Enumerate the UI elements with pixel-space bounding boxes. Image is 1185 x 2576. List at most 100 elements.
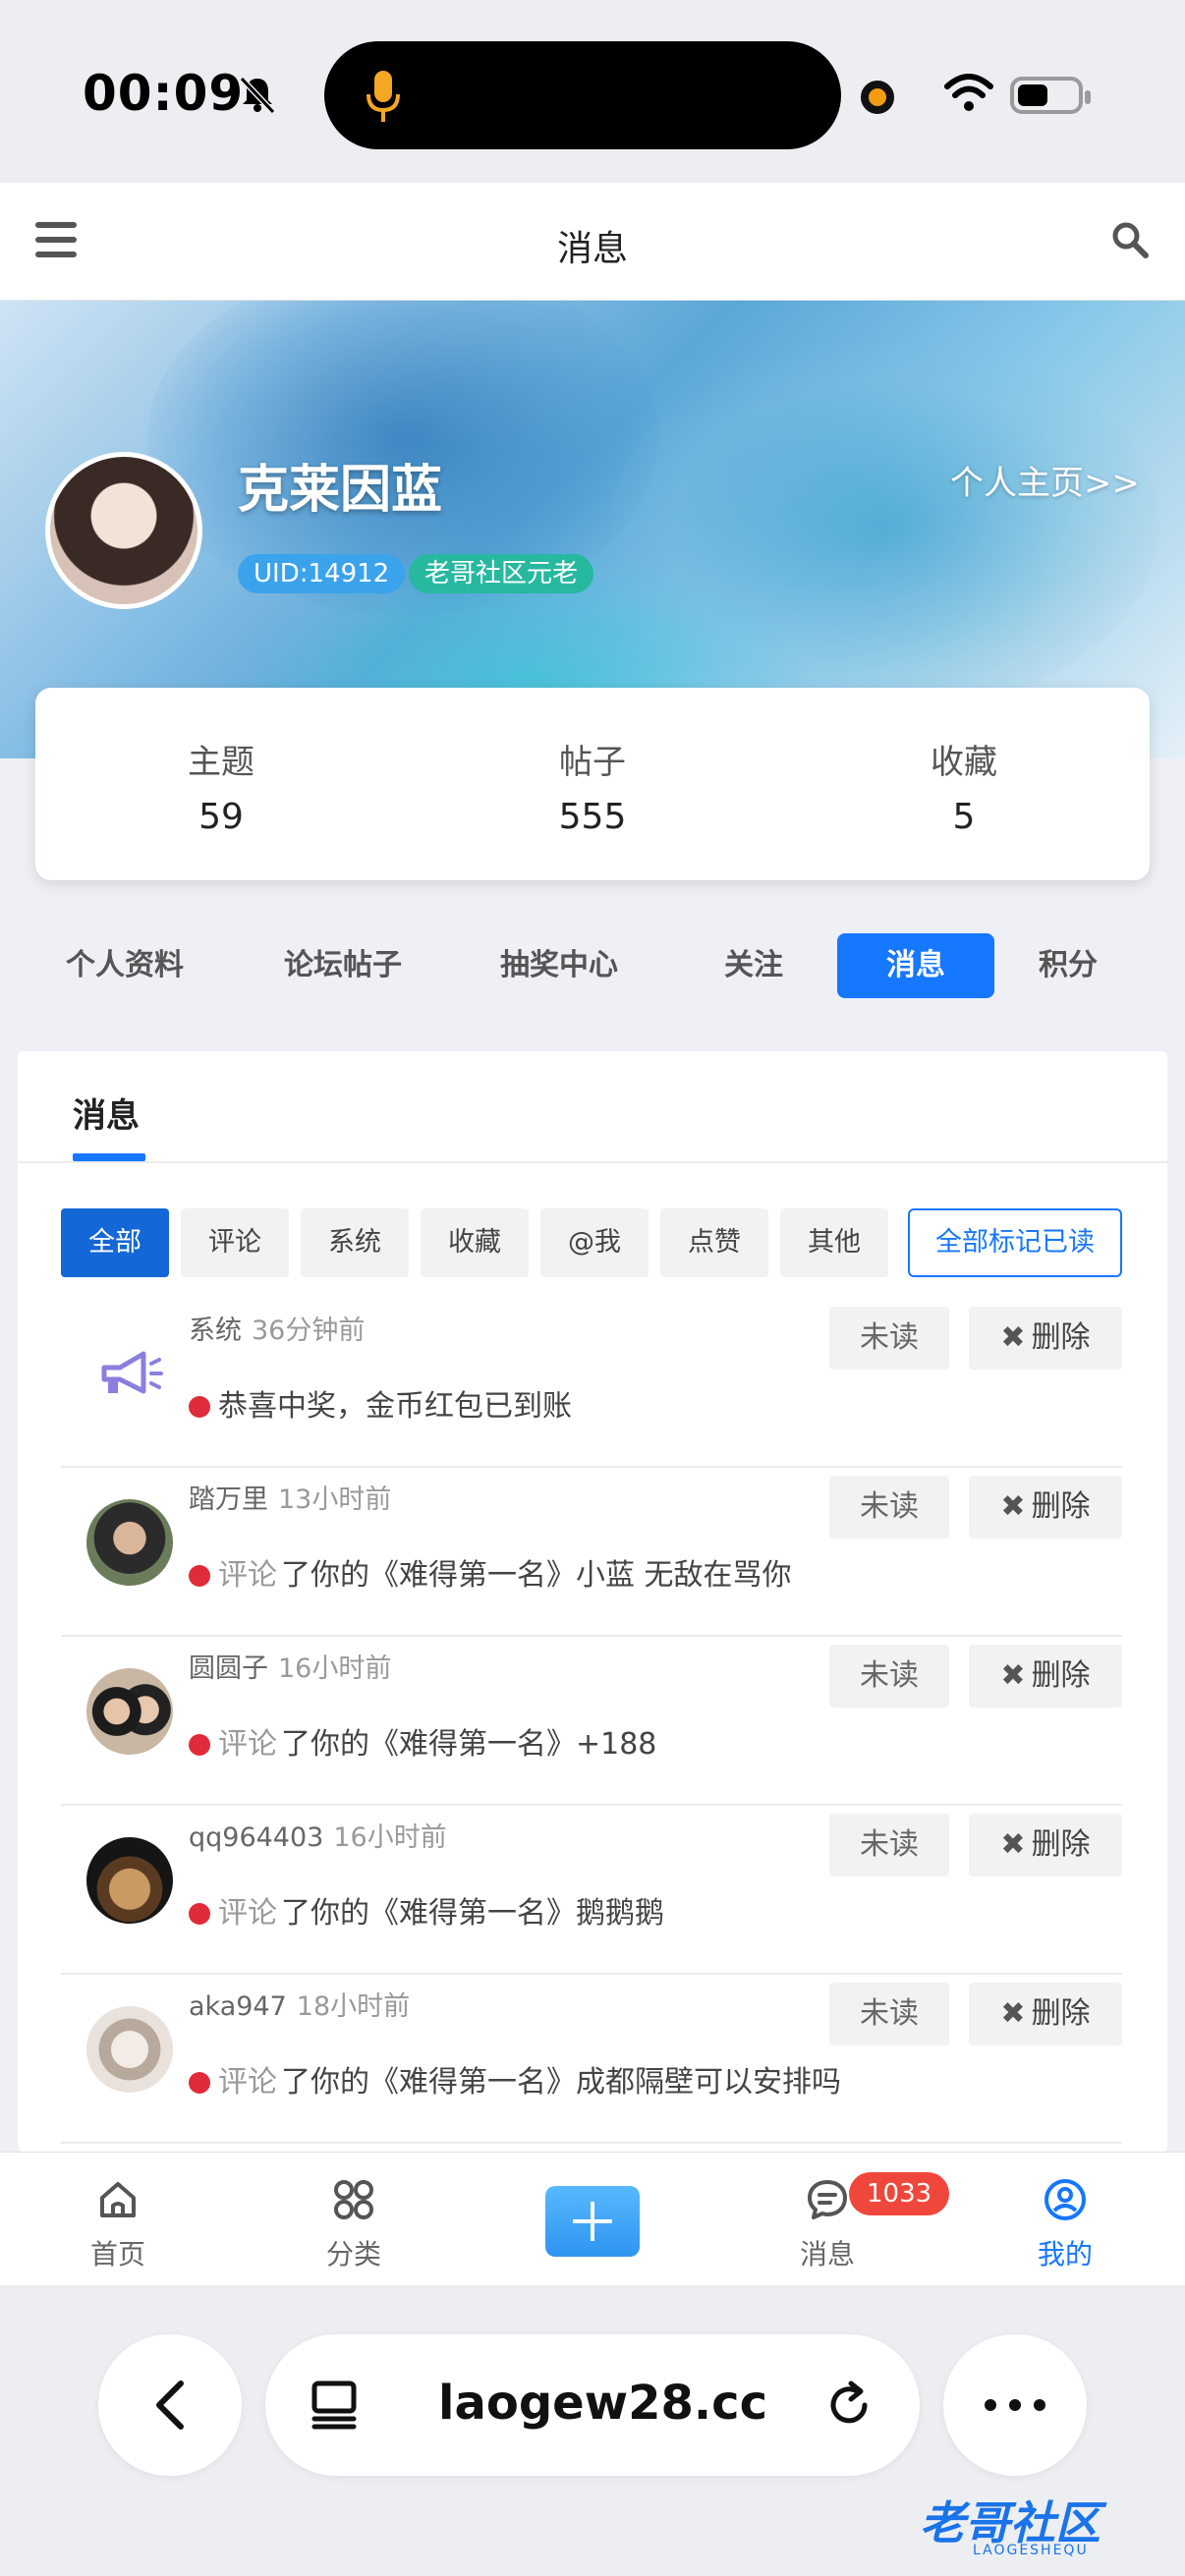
sender-name[interactable]: 踏万里: [189, 1484, 268, 1515]
bottom-tab-bar: 首页 分类 消息 1033 我的: [0, 2152, 1185, 2285]
sender-name[interactable]: aka947: [189, 1991, 287, 2022]
delete-button[interactable]: ✖ 删除: [969, 1814, 1122, 1876]
message-sender: aka947 18小时前: [189, 1985, 410, 2023]
chevron-left-icon: [156, 2380, 184, 2430]
message-sender: qq964403 16小时前: [189, 1816, 447, 1854]
stat-label: 帖子: [559, 743, 626, 782]
panel-tab-messages[interactable]: 消息: [73, 1089, 140, 1137]
message-sender: 踏万里 13小时前: [189, 1478, 391, 1516]
tab-label: 首页: [89, 2238, 145, 2270]
reload-icon[interactable]: [821, 2378, 876, 2433]
more-button[interactable]: [943, 2334, 1087, 2476]
filter-mentions[interactable]: @我: [540, 1208, 649, 1277]
message-kind: 评论: [218, 1558, 277, 1593]
user-circle-icon: [1044, 2179, 1086, 2220]
message-item[interactable]: 踏万里 13小时前 评论 了你的《难得第一名》小蓝 无敌在骂你 未读 ✖ 删除: [61, 1468, 1122, 1637]
stat-topics[interactable]: 主题 59: [35, 688, 407, 880]
message-kind: 评论: [218, 2065, 277, 2100]
avatar[interactable]: [86, 1499, 173, 1586]
tab-lottery[interactable]: 抽奖中心: [476, 933, 643, 998]
watermark-subtitle: LAOGESHEQU: [973, 2543, 1089, 2558]
delete-label: 删除: [1031, 1320, 1091, 1355]
mark-all-read-button[interactable]: 全部标记已读: [908, 1208, 1122, 1277]
filter-all[interactable]: 全部: [61, 1208, 169, 1277]
message-time: 16小时前: [278, 1653, 392, 1684]
unread-button[interactable]: 未读: [829, 1307, 949, 1370]
delete-button[interactable]: ✖ 删除: [969, 1645, 1122, 1708]
message-item[interactable]: 圆圆子 16小时前 评论 了你的《难得第一名》+188 未读 ✖ 删除: [61, 1637, 1122, 1806]
message-content: 评论 了你的《难得第一名》鹅鹅鹅: [189, 1888, 664, 1932]
tab-follow[interactable]: 关注: [709, 933, 798, 998]
message-content: 恭喜中奖，金币红包已到账: [189, 1381, 572, 1425]
close-icon: ✖: [1000, 1827, 1026, 1862]
message-kind: 评论: [218, 1727, 277, 1762]
sender-name[interactable]: 圆圆子: [189, 1653, 268, 1684]
status-bar: 00:09: [0, 0, 1185, 183]
filter-other[interactable]: 其他: [780, 1208, 888, 1277]
url-text[interactable]: laogew28.cc: [438, 2376, 767, 2431]
tab-messages[interactable]: 消息: [837, 933, 994, 998]
delete-button[interactable]: ✖ 删除: [969, 1476, 1122, 1539]
battery-icon: [1010, 77, 1091, 114]
tab-mine[interactable]: 我的: [1006, 2176, 1124, 2272]
avatar[interactable]: [86, 2006, 173, 2093]
unread-button[interactable]: 未读: [829, 1983, 949, 2045]
stat-posts[interactable]: 帖子 555: [407, 688, 778, 880]
unread-button[interactable]: 未读: [829, 1476, 949, 1539]
tabs-icon: [311, 2380, 357, 2430]
avatar[interactable]: [45, 452, 202, 609]
silent-bell-icon: [239, 76, 276, 115]
tab-label: 我的: [1037, 2238, 1093, 2270]
tab-label: 分类: [325, 2238, 381, 2270]
filter-comments[interactable]: 评论: [181, 1208, 289, 1277]
tab-home[interactable]: 首页: [59, 2176, 177, 2272]
avatar[interactable]: [86, 1837, 173, 1924]
tab-category[interactable]: 分类: [295, 2176, 413, 2272]
status-time: 00:09: [83, 65, 245, 122]
message-item[interactable]: aka947 18小时前 评论 了你的《难得第一名》成都隔壁可以安排吗 未读 ✖ 删除: [61, 1975, 1122, 2144]
home-icon: [100, 2182, 136, 2217]
message-sender: 系统 36分钟前: [189, 1309, 365, 1347]
close-icon: ✖: [1000, 1489, 1026, 1524]
message-item[interactable]: 系统 36分钟前 恭喜中奖，金币红包已到账 未读 ✖ 删除: [61, 1299, 1122, 1468]
stats-card: 主题 59 帖子 555 收藏 5: [35, 688, 1150, 880]
homepage-link[interactable]: 个人主页>>: [950, 456, 1140, 504]
sender-name[interactable]: qq964403: [189, 1822, 323, 1853]
message-time: 36分钟前: [252, 1316, 366, 1346]
stat-value: 59: [198, 797, 244, 837]
sender-name[interactable]: 系统: [189, 1316, 242, 1346]
add-post-button[interactable]: [545, 2186, 640, 2257]
filter-favorites[interactable]: 收藏: [421, 1208, 529, 1277]
delete-label: 删除: [1031, 1827, 1091, 1862]
unread-button[interactable]: 未读: [829, 1814, 949, 1876]
message-item[interactable]: qq964403 16小时前 评论 了你的《难得第一名》鹅鹅鹅 未读 ✖ 删除: [61, 1806, 1122, 1975]
message-time: 13小时前: [278, 1484, 392, 1515]
tab-points[interactable]: 积分: [1024, 933, 1112, 998]
unread-dot-icon: [189, 1396, 210, 1418]
tab-label: 消息: [799, 2238, 855, 2270]
filter-likes[interactable]: 点赞: [660, 1208, 768, 1277]
message-text: 恭喜中奖，金币红包已到账: [218, 1389, 572, 1424]
stat-value: 5: [952, 797, 976, 837]
tab-profile-info[interactable]: 个人资料: [41, 933, 208, 998]
delete-button[interactable]: ✖ 删除: [969, 1983, 1122, 2045]
close-icon: ✖: [1000, 1320, 1026, 1355]
message-kind: 评论: [218, 1896, 277, 1931]
avatar[interactable]: [86, 1668, 173, 1755]
stat-value: 555: [558, 797, 627, 837]
chat-bubble-icon: [808, 2180, 847, 2219]
message-text: 了你的《难得第一名》成都隔壁可以安排吗: [281, 2065, 841, 2100]
panel-header: 消息: [18, 1051, 1167, 1163]
back-button[interactable]: [98, 2334, 242, 2476]
username: 克莱因蓝: [238, 461, 443, 520]
search-icon[interactable]: [1110, 220, 1150, 259]
filter-system[interactable]: 系统: [301, 1208, 409, 1277]
level-badge: 老哥社区元老: [409, 554, 594, 593]
stat-favorites[interactable]: 收藏 5: [778, 688, 1150, 880]
tab-forum-posts[interactable]: 论坛帖子: [259, 933, 426, 998]
message-count-badge: 1033: [849, 2172, 950, 2215]
unread-button[interactable]: 未读: [829, 1645, 949, 1708]
delete-button[interactable]: ✖ 删除: [969, 1307, 1122, 1370]
profile-tabs: 个人资料 论坛帖子 抽奖中心 关注 消息 积分: [41, 933, 1150, 998]
wifi-icon: [944, 74, 993, 111]
